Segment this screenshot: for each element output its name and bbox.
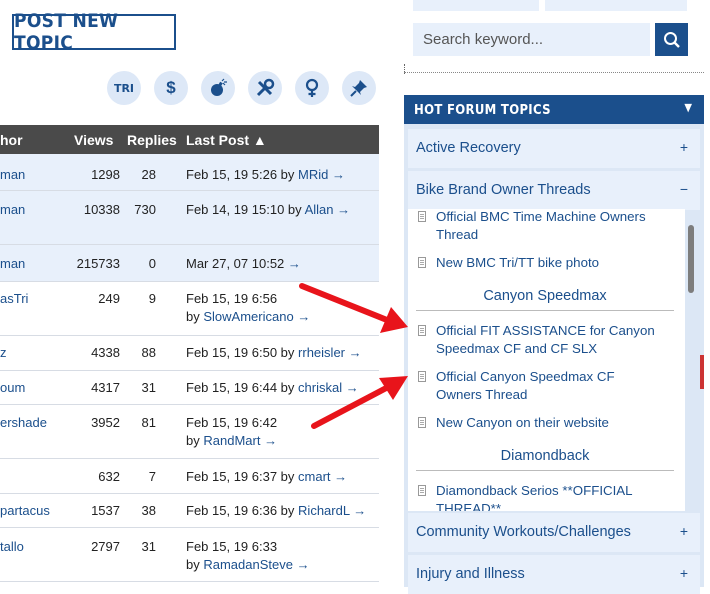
annotation-arrow-2 xyxy=(311,376,408,429)
annotation-arrow-1 xyxy=(299,283,408,333)
annotation-arrows xyxy=(299,283,408,429)
